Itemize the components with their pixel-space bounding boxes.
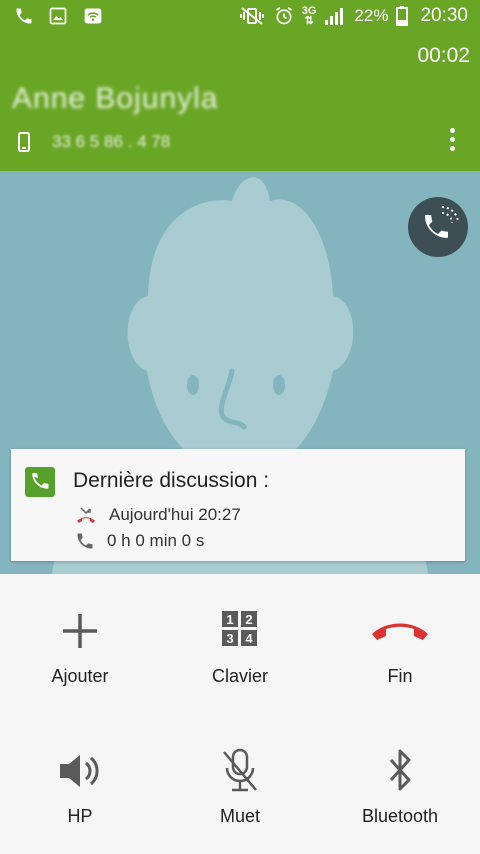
last-call-duration: 0 h 0 min 0 s [107,531,205,550]
end-call-button[interactable]: Fin [320,574,480,714]
last-call-duration-row: 0 h 0 min 0 s [75,531,204,551]
keypad-digit-3: 3 [226,631,233,646]
clock: 20:30 [420,5,468,26]
alarm-icon [275,7,292,25]
number-row: 33 6 5 86 . 4 78 [18,132,170,152]
gallery-icon [49,7,67,25]
last-call-date-row: Aujourd'hui 20:27 [75,505,241,525]
mobile-icon [18,132,30,152]
status-bar: 3G ⇅ 22% 20:30 [0,0,480,34]
mute-label: Muet [219,806,261,826]
phone-icon [16,8,32,24]
call-header: 00:02 Anne Bojunyla 33 6 5 86 . 4 78 [0,34,480,171]
signal-icon [325,8,344,25]
bluetooth-icon [389,749,411,791]
network-type: 3G ⇅ [301,5,317,27]
keypad-digit-4: 4 [245,631,253,646]
contact-photo-area: Dernière discussion : Aujourd'hui 20:27 … [0,171,480,574]
wifi-icon [84,8,102,24]
mute-button[interactable]: Muet [160,714,320,854]
missed-call-icon [77,507,95,523]
call-duration-icon [77,533,93,549]
last-discussion-card: Dernière discussion : Aujourd'hui 20:27 … [11,449,465,561]
status-left-icons [14,6,104,26]
status-right-icons: 3G ⇅ 22% 20:30 [238,5,468,27]
keypad-button[interactable]: 1 2 3 4 Clavier [160,574,320,714]
keypad-label: Clavier [211,666,268,686]
call-actions: Ajouter 1 2 3 4 Clavier Fin HP Muet Blue… [0,574,480,854]
speaker-button[interactable]: HP [0,714,160,854]
plus-icon [63,614,97,648]
end-call-label: Fin [387,666,413,686]
phone-signal-icon [425,206,459,238]
keypad-icon: 1 2 3 4 [222,611,257,646]
speaker-label: HP [67,806,93,826]
contact-name: Anne Bojunyla [12,82,219,115]
bluetooth-label: Bluetooth [361,806,439,826]
mic-off-icon [223,748,257,792]
battery-icon [396,6,409,26]
vibrate-mute-icon [239,7,264,25]
hang-up-icon [372,623,428,640]
keypad-digit-2: 2 [245,612,252,627]
bluetooth-button[interactable]: Bluetooth [320,714,480,854]
call-timer: 00:02 [417,44,470,67]
call-recording-button[interactable] [408,197,468,257]
battery-percent: 22% [354,6,389,25]
overflow-menu-button[interactable] [450,128,456,154]
add-call-label: Ajouter [51,666,109,686]
last-call-date: Aujourd'hui 20:27 [109,505,241,524]
last-discussion-title: Dernière discussion : [73,469,270,492]
add-call-button[interactable]: Ajouter [0,574,160,714]
phone-number: 33 6 5 86 . 4 78 [52,132,171,151]
call-log-icon [25,467,55,497]
keypad-digit-1: 1 [226,612,233,627]
speaker-icon [60,755,99,787]
